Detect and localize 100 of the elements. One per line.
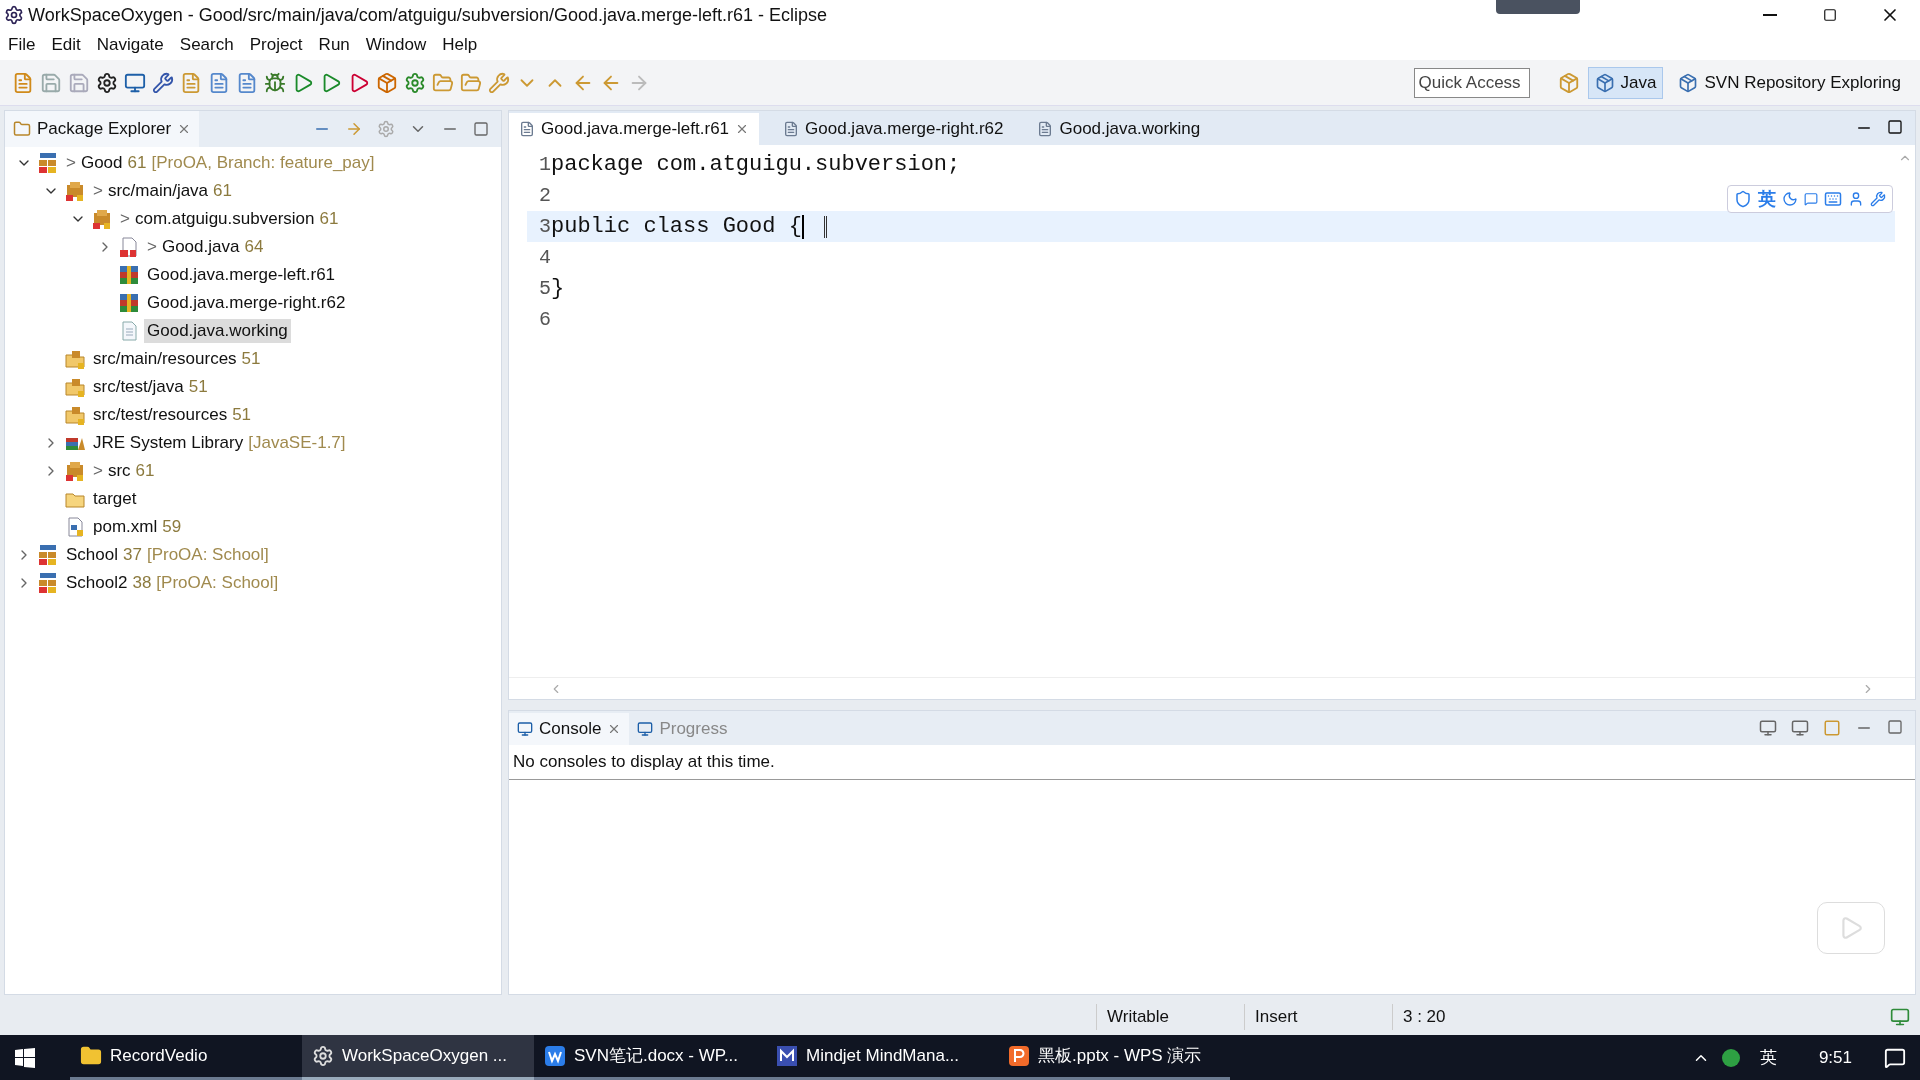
editor-tab[interactable]: Good.java.working bbox=[1027, 113, 1211, 145]
writer-icon bbox=[544, 1045, 566, 1067]
package-explorer-icon bbox=[13, 120, 31, 138]
package-folder-icon bbox=[64, 404, 86, 426]
menu-item[interactable]: Project bbox=[241, 32, 311, 58]
tree-item[interactable]: JRE System Library [JavaSE-1.7] bbox=[90, 431, 349, 455]
menu-item[interactable]: Navigate bbox=[88, 32, 172, 58]
mindmap-icon bbox=[776, 1045, 798, 1067]
save-all-icon[interactable] bbox=[68, 71, 90, 94]
menu-item[interactable]: Search bbox=[171, 32, 242, 58]
file-icon[interactable] bbox=[236, 71, 258, 94]
status-field: Writable bbox=[1096, 1004, 1244, 1030]
taskbar-item[interactable]: WorkSpaceOxygen ... bbox=[302, 1035, 534, 1080]
code-text: } bbox=[551, 275, 565, 303]
package-icon[interactable] bbox=[376, 71, 398, 94]
tree-item[interactable]: target bbox=[90, 487, 140, 511]
start-icon[interactable] bbox=[14, 1046, 36, 1069]
monitor-icon bbox=[517, 721, 533, 737]
file-icon bbox=[783, 121, 800, 137]
line-number: 6 bbox=[538, 306, 551, 333]
tree-item[interactable]: > Good 61 [ProOA, Branch: feature_pay] bbox=[63, 151, 378, 175]
ibeam-cursor-icon bbox=[823, 215, 827, 238]
folder-icon bbox=[80, 1045, 102, 1067]
wrench-icon[interactable] bbox=[488, 71, 510, 94]
line-number: 5 bbox=[538, 275, 551, 302]
tree-item[interactable]: pom.xml 59 bbox=[90, 515, 185, 539]
taskbar-item[interactable]: SVN笔记.docx - WP... bbox=[534, 1035, 766, 1080]
package-icon bbox=[64, 460, 86, 482]
monitor-icon bbox=[637, 721, 654, 737]
tree-item[interactable]: Good.java.merge-right.r62 bbox=[144, 291, 349, 315]
tree-item[interactable]: > src 61 bbox=[90, 459, 158, 483]
project-icon bbox=[37, 544, 59, 566]
console-message: No consoles to display at this time. bbox=[513, 752, 775, 771]
archive-icon bbox=[118, 264, 140, 286]
project-icon bbox=[37, 572, 59, 594]
taskbar-item[interactable]: Mindjet MindMana... bbox=[766, 1035, 998, 1080]
code-text: package com.atguigu.subversion; bbox=[551, 151, 961, 179]
restore-icon bbox=[1823, 8, 1837, 22]
bug-icon[interactable] bbox=[264, 71, 286, 94]
monitor-icon[interactable] bbox=[124, 71, 146, 94]
menu-item[interactable]: Help bbox=[434, 32, 486, 58]
text-cursor bbox=[801, 214, 804, 239]
clock[interactable]: 9:51 bbox=[1818, 1044, 1852, 1071]
folder-icon[interactable] bbox=[432, 71, 454, 94]
view-tab[interactable]: Console bbox=[509, 713, 630, 745]
status-field: 3 : 20 bbox=[1392, 1004, 1540, 1030]
taskbar-item[interactable]: 黑板.pptx - WPS 演示 bbox=[998, 1035, 1230, 1080]
moon-icon[interactable] bbox=[1782, 191, 1798, 207]
menu-item[interactable]: Edit bbox=[43, 32, 89, 58]
gear-icon bbox=[312, 1045, 334, 1067]
notification-icon[interactable] bbox=[1884, 1046, 1906, 1069]
file-icon bbox=[1037, 121, 1054, 137]
tree-item[interactable]: School 37 [ProOA: School] bbox=[63, 543, 272, 567]
save-icon[interactable] bbox=[40, 71, 62, 94]
tree-item[interactable]: Good.java.merge-left.r61 bbox=[144, 263, 339, 287]
window-title: WorkSpaceOxygen - Good/src/main/java/com/atguigu/subversion/Good.java.merge-left.r61 - Eclipse bbox=[28, 3, 828, 27]
line-number: 2 bbox=[538, 182, 551, 209]
view-tab[interactable]: Package Explorer bbox=[5, 111, 200, 147]
menu-item[interactable]: Window bbox=[357, 32, 435, 58]
shield-icon[interactable] bbox=[1734, 190, 1752, 208]
editor-tab[interactable]: Good.java.merge-left.r61 bbox=[509, 113, 760, 145]
minimize-icon bbox=[1763, 14, 1777, 16]
code-text: public class Good { bbox=[551, 213, 802, 241]
maximize-icon[interactable] bbox=[1887, 119, 1903, 135]
java-file-icon bbox=[118, 236, 140, 258]
line-number: 4 bbox=[538, 244, 551, 271]
tree-item[interactable]: src/test/resources 51 bbox=[90, 403, 255, 427]
tray-app-icon[interactable] bbox=[1721, 1048, 1740, 1067]
keyboard-icon[interactable] bbox=[1824, 190, 1842, 208]
quick-access-field[interactable]: Quick Access bbox=[1413, 67, 1530, 98]
tree-item[interactable]: src/main/resources 51 bbox=[90, 347, 264, 371]
status-icon bbox=[1890, 1007, 1910, 1027]
tree-item[interactable]: > src/main/java 61 bbox=[90, 179, 235, 203]
perspective-button[interactable]: Java bbox=[1587, 66, 1664, 99]
folder-icon[interactable] bbox=[460, 71, 482, 94]
perspective-icon bbox=[1678, 72, 1699, 93]
package-folder-icon bbox=[64, 348, 86, 370]
tree-item[interactable]: src/test/java 51 bbox=[90, 375, 211, 399]
eclipse-logo-icon bbox=[4, 5, 24, 25]
ime-mode[interactable]: 英 bbox=[1758, 185, 1776, 213]
wrench-icon[interactable] bbox=[1870, 191, 1886, 207]
file-icon[interactable] bbox=[208, 71, 230, 94]
menu-item[interactable]: File bbox=[0, 32, 44, 58]
editor-tab[interactable]: Good.java.merge-right.r62 bbox=[773, 113, 1014, 145]
slides-icon bbox=[1008, 1045, 1030, 1067]
tree-item[interactable]: Good.java.working bbox=[144, 319, 291, 343]
package-icon bbox=[64, 180, 86, 202]
package-icon bbox=[91, 208, 113, 230]
status-field: Insert bbox=[1244, 1004, 1392, 1030]
tree-item[interactable]: School2 38 [ProOA: School] bbox=[63, 571, 282, 595]
tree-item[interactable]: > Good.java 64 bbox=[144, 235, 267, 259]
menu-item[interactable]: Run bbox=[310, 32, 358, 58]
new-file-icon[interactable] bbox=[12, 71, 34, 94]
perspective-button[interactable]: SVN Repository Exploring bbox=[1671, 66, 1908, 99]
file-icon[interactable] bbox=[180, 71, 202, 94]
ime-indicator[interactable]: 英 bbox=[1759, 1044, 1777, 1071]
tree-item[interactable]: > com.atguigu.subversion 61 bbox=[117, 207, 342, 231]
archive-icon bbox=[118, 292, 140, 314]
user-icon[interactable] bbox=[1848, 191, 1864, 207]
perspective-icon bbox=[1594, 72, 1615, 93]
